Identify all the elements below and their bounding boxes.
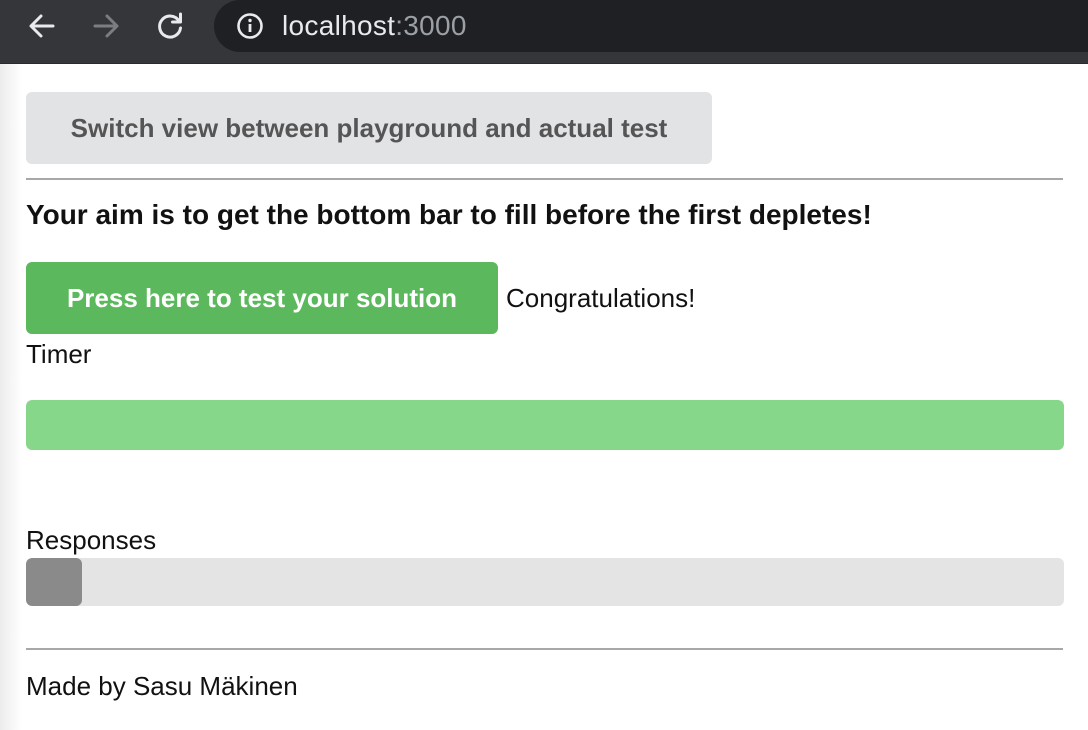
responses-label: Responses (26, 525, 157, 555)
responses-progress-fill (26, 558, 83, 606)
aim-heading: Your aim is to get the bottom bar to fil… (26, 199, 872, 230)
forward-arrow-icon (93, 14, 119, 38)
info-icon[interactable] (236, 12, 264, 40)
timer-label: Timer (26, 339, 92, 369)
divider-bottom (26, 648, 1063, 650)
responses-progress-bar (26, 558, 1064, 606)
divider-top (26, 178, 1063, 180)
reload-icon (158, 12, 182, 39)
page-edge-shade (0, 64, 22, 730)
forward-button[interactable] (88, 8, 124, 44)
timer-progress-bar (26, 400, 1064, 450)
url-text[interactable]: localhost:3000 (282, 9, 467, 43)
switch-view-button[interactable]: Switch view between playground and actua… (26, 92, 712, 164)
url-port: :3000 (395, 10, 467, 41)
reload-button[interactable] (152, 8, 188, 44)
browser-toolbar: localhost:3000 (0, 0, 1088, 64)
status-message: Congratulations! (506, 283, 696, 313)
back-arrow-icon (29, 14, 55, 38)
timer-progress-fill (26, 400, 1064, 450)
back-button[interactable] (24, 8, 60, 44)
test-solution-button[interactable]: Press here to test your solution (26, 262, 498, 334)
footer-credit: Made by Sasu Mäkinen (26, 671, 298, 701)
url-host: localhost (282, 10, 396, 41)
